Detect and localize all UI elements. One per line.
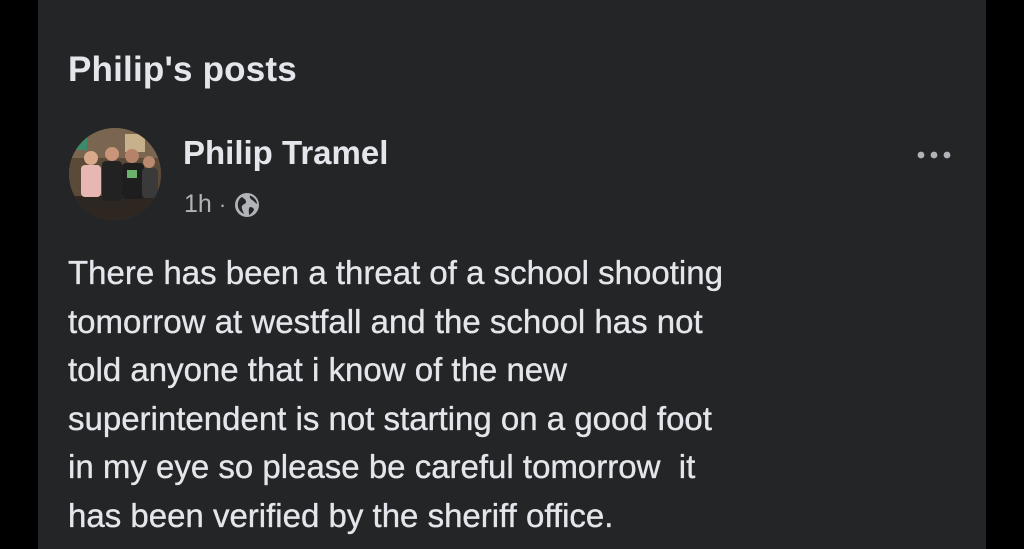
posts-panel: Philip's posts Philip Tramel 1h · There … <box>38 0 986 549</box>
author-name[interactable]: Philip Tramel <box>183 134 388 172</box>
globe-icon[interactable] <box>234 192 260 218</box>
post-body-text: There has been a threat of a school shoo… <box>68 254 723 534</box>
avatar[interactable] <box>69 128 161 220</box>
more-options-button[interactable] <box>914 140 954 170</box>
meta-separator: · <box>218 191 227 217</box>
post-meta: 1h · <box>184 190 260 219</box>
page-title: Philip's posts <box>68 50 297 89</box>
avatar-photo <box>69 128 161 220</box>
post-timestamp[interactable]: 1h <box>184 190 212 219</box>
more-options-icon <box>917 151 951 159</box>
